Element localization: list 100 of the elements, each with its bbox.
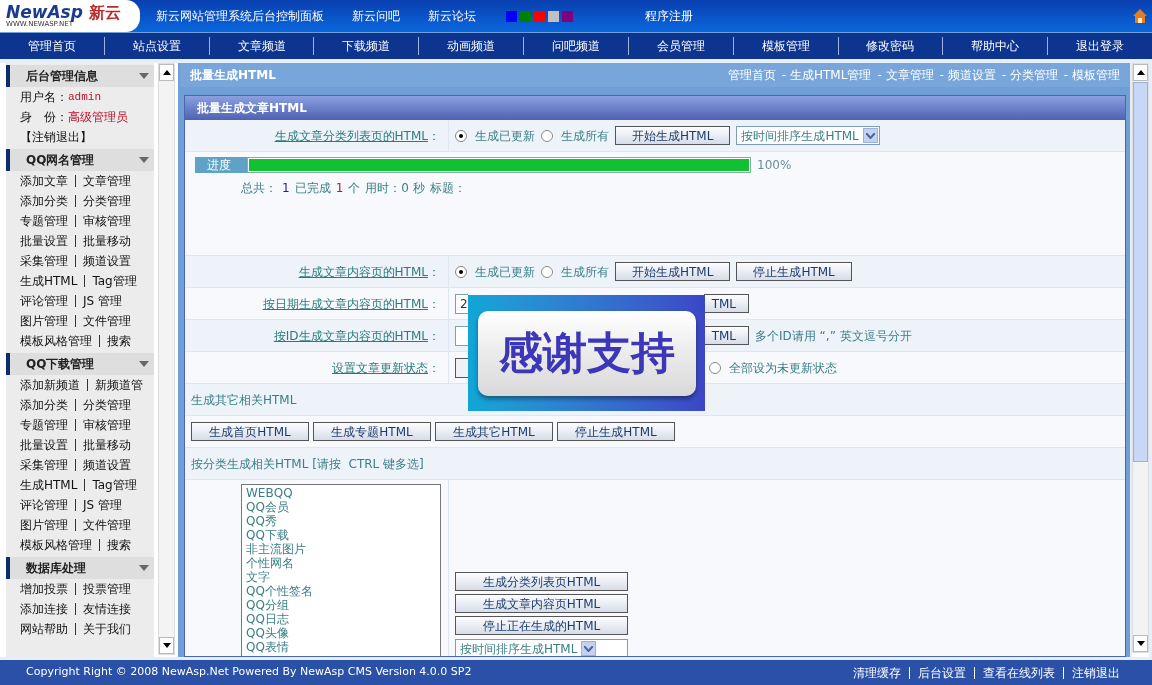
list-option[interactable]: QQ秀 [246, 514, 440, 528]
sidebar-link[interactable]: 文件管理 [76, 516, 131, 534]
sidebar-link[interactable]: 模板风格管理 [20, 539, 100, 551]
sidebar-header[interactable]: QQ网名管理 [6, 149, 154, 171]
button[interactable]: TML [704, 294, 749, 313]
color-swatch[interactable] [506, 10, 517, 22]
sidebar-link[interactable]: 采集管理 [20, 255, 76, 267]
sidebar-link[interactable]: 添加新频道 [20, 379, 88, 391]
sidebar-link[interactable]: 投票管理 [76, 580, 131, 598]
nav-link[interactable]: 管理首页 [27, 37, 76, 55]
nav-link[interactable]: 模板管理 [761, 37, 810, 55]
input-field[interactable] [455, 325, 468, 346]
sidebar-link[interactable]: JS 管理 [76, 292, 122, 310]
button[interactable] [455, 357, 468, 378]
sidebar-link[interactable]: 图片管理 [20, 315, 76, 327]
scroll-down-icon[interactable] [1136, 641, 1145, 646]
sidebar-link[interactable]: 审核管理 [76, 212, 131, 230]
footer-link[interactable]: 清理缓存 [845, 666, 909, 679]
sort-select[interactable]: 按时间排序生成HTML [736, 126, 880, 145]
button[interactable]: 停止正在生成的HTML [455, 616, 628, 635]
list-option[interactable]: 个性网名 [246, 556, 440, 570]
sidebar-link[interactable]: 生成HTML [20, 479, 86, 491]
footer-link[interactable]: 查看在线列表 [974, 666, 1063, 679]
header-link[interactable]: 新云网站管理系统后台控制面板 [156, 7, 324, 25]
nav-link[interactable]: 动画频道 [447, 37, 496, 55]
color-swatch[interactable] [520, 10, 531, 22]
color-swatch[interactable] [562, 10, 573, 22]
sidebar-link[interactable]: 关于我们 [76, 620, 131, 638]
nav-link[interactable]: 站点设置 [132, 37, 181, 55]
sidebar-link[interactable]: 添加分类 [20, 195, 76, 207]
sidebar-link[interactable]: 批量移动 [76, 232, 131, 250]
nav-link[interactable]: 会员管理 [656, 37, 705, 55]
scroll-down-icon[interactable] [162, 643, 171, 648]
sidebar-link[interactable]: 分类管理 [76, 396, 131, 414]
sidebar-link[interactable]: 审核管理 [76, 416, 131, 434]
sort-select[interactable]: 按时间排序生成HTML [455, 639, 628, 656]
sidebar-link[interactable]: Tag管理 [85, 476, 137, 494]
list-option[interactable]: WEBQQ [246, 486, 440, 500]
sidebar-link[interactable]: 友情连接 [76, 600, 131, 618]
sidebar-link[interactable]: 生成HTML [20, 275, 86, 287]
list-option[interactable]: QQ会员 [246, 500, 440, 514]
radio-button[interactable] [541, 265, 553, 278]
button[interactable]: 生成文章内容页HTML [455, 594, 628, 613]
nav-link[interactable]: 退出登录 [1076, 37, 1125, 55]
button[interactable]: 停止生成HTML [557, 422, 675, 441]
sidebar-link[interactable]: 评论管理 [20, 499, 76, 511]
sidebar-link[interactable]: 增加投票 [20, 583, 76, 595]
sidebar-link[interactable]: JS 管理 [76, 496, 122, 514]
button[interactable]: TML [704, 326, 749, 345]
sidebar-link[interactable]: 专题管理 [20, 419, 76, 431]
nav-link[interactable]: 问吧频道 [551, 37, 600, 55]
sidebar-link[interactable]: 专题管理 [20, 215, 76, 227]
sidebar-link[interactable]: 添加文章 [20, 175, 76, 187]
sidebar-link[interactable]: 网站帮助 [20, 623, 76, 635]
sidebar-link[interactable]: 频道设置 [76, 456, 131, 474]
sidebar-link[interactable]: 采集管理 [20, 459, 76, 471]
button[interactable]: 生成其它HTML [435, 422, 553, 441]
sidebar-link[interactable]: 搜索 [100, 536, 131, 554]
list-option[interactable]: QQ日志 [246, 612, 440, 626]
sidebar-header[interactable]: QQ下载管理 [6, 353, 154, 375]
nav-link[interactable]: 修改密码 [866, 37, 915, 55]
scroll-up-icon[interactable] [162, 70, 171, 75]
nav-link[interactable]: 帮助中心 [971, 37, 1020, 55]
button[interactable]: 开始生成HTML [615, 262, 731, 281]
nav-link[interactable]: 下载频道 [342, 37, 391, 55]
button[interactable]: 生成专题HTML [313, 422, 431, 441]
radio-button[interactable] [709, 361, 721, 374]
list-option[interactable]: QQ下载 [246, 528, 440, 542]
sidebar-link[interactable]: 搜索 [100, 332, 131, 350]
sidebar-header[interactable]: 后台管理信息 [6, 65, 154, 87]
sidebar-link[interactable]: 文章管理 [76, 172, 131, 190]
sidebar-header[interactable]: 数据库处理 [6, 557, 154, 579]
sidebar-link[interactable]: 评论管理 [20, 295, 76, 307]
sidebar-link[interactable]: 添加连接 [20, 603, 76, 615]
sidebar-link[interactable]: 添加分类 [20, 399, 76, 411]
list-option[interactable]: 文字 [246, 570, 440, 584]
color-swatch[interactable] [548, 10, 559, 22]
footer-link[interactable]: 后台设置 [909, 666, 974, 679]
sidebar-link[interactable]: 新频道管 [88, 376, 143, 394]
radio-button[interactable] [455, 129, 467, 142]
category-listbox[interactable]: WEBQQ QQ会员 QQ秀 QQ下载 非主流图片 个性网名 文字 QQ个性签名 QQ分组 QQ日志 QQ头像 QQ表情 [241, 484, 441, 656]
button[interactable]: 开始生成HTML [615, 126, 731, 145]
color-swatch[interactable] [534, 10, 545, 22]
list-option[interactable]: QQ表情 [246, 640, 440, 654]
sidebar-link[interactable]: 批量设置 [20, 235, 76, 247]
sidebar-link[interactable]: Tag管理 [85, 272, 137, 290]
header-link[interactable]: 新云问吧 [352, 7, 400, 25]
list-option[interactable]: QQ个性签名 [246, 584, 440, 598]
sidebar-link[interactable]: 图片管理 [20, 519, 76, 531]
sidebar-link[interactable]: 批量移动 [76, 436, 131, 454]
list-option[interactable]: QQ头像 [246, 626, 440, 640]
sidebar-link[interactable]: 文件管理 [76, 312, 131, 330]
radio-button[interactable] [455, 265, 467, 278]
sidebar-link[interactable]: 批量设置 [20, 439, 76, 451]
list-option[interactable]: 非主流图片 [246, 542, 440, 556]
header-link[interactable]: 程序注册 [645, 7, 693, 25]
sidebar-link[interactable]: 分类管理 [76, 192, 131, 210]
input-field[interactable]: 2 [455, 293, 468, 314]
list-option[interactable]: QQ分组 [246, 598, 440, 612]
scroll-up-icon[interactable] [1136, 70, 1145, 75]
